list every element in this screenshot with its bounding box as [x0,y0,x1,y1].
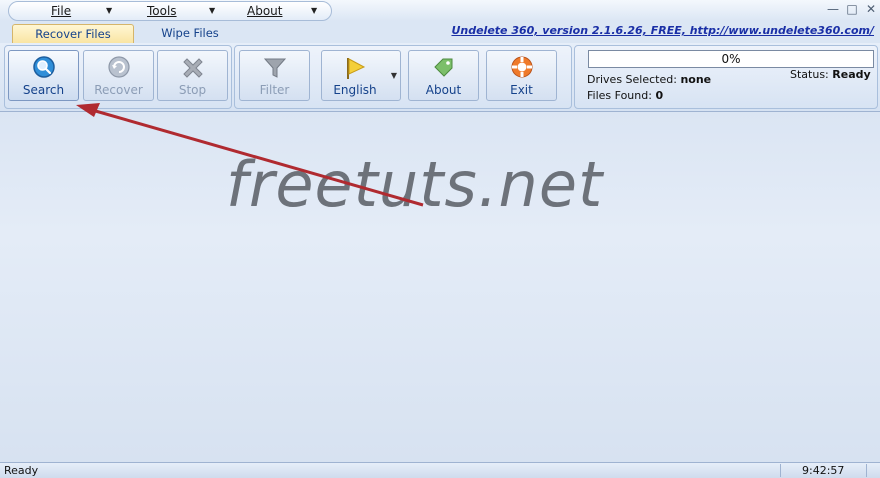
annotation-arrow [76,103,424,207]
status-bar: Ready 9:42:57 [0,462,880,478]
status-bar-text: Ready [4,464,39,477]
divider [866,464,867,477]
divider [780,464,781,477]
status-bar-time: 9:42:57 [802,464,845,477]
